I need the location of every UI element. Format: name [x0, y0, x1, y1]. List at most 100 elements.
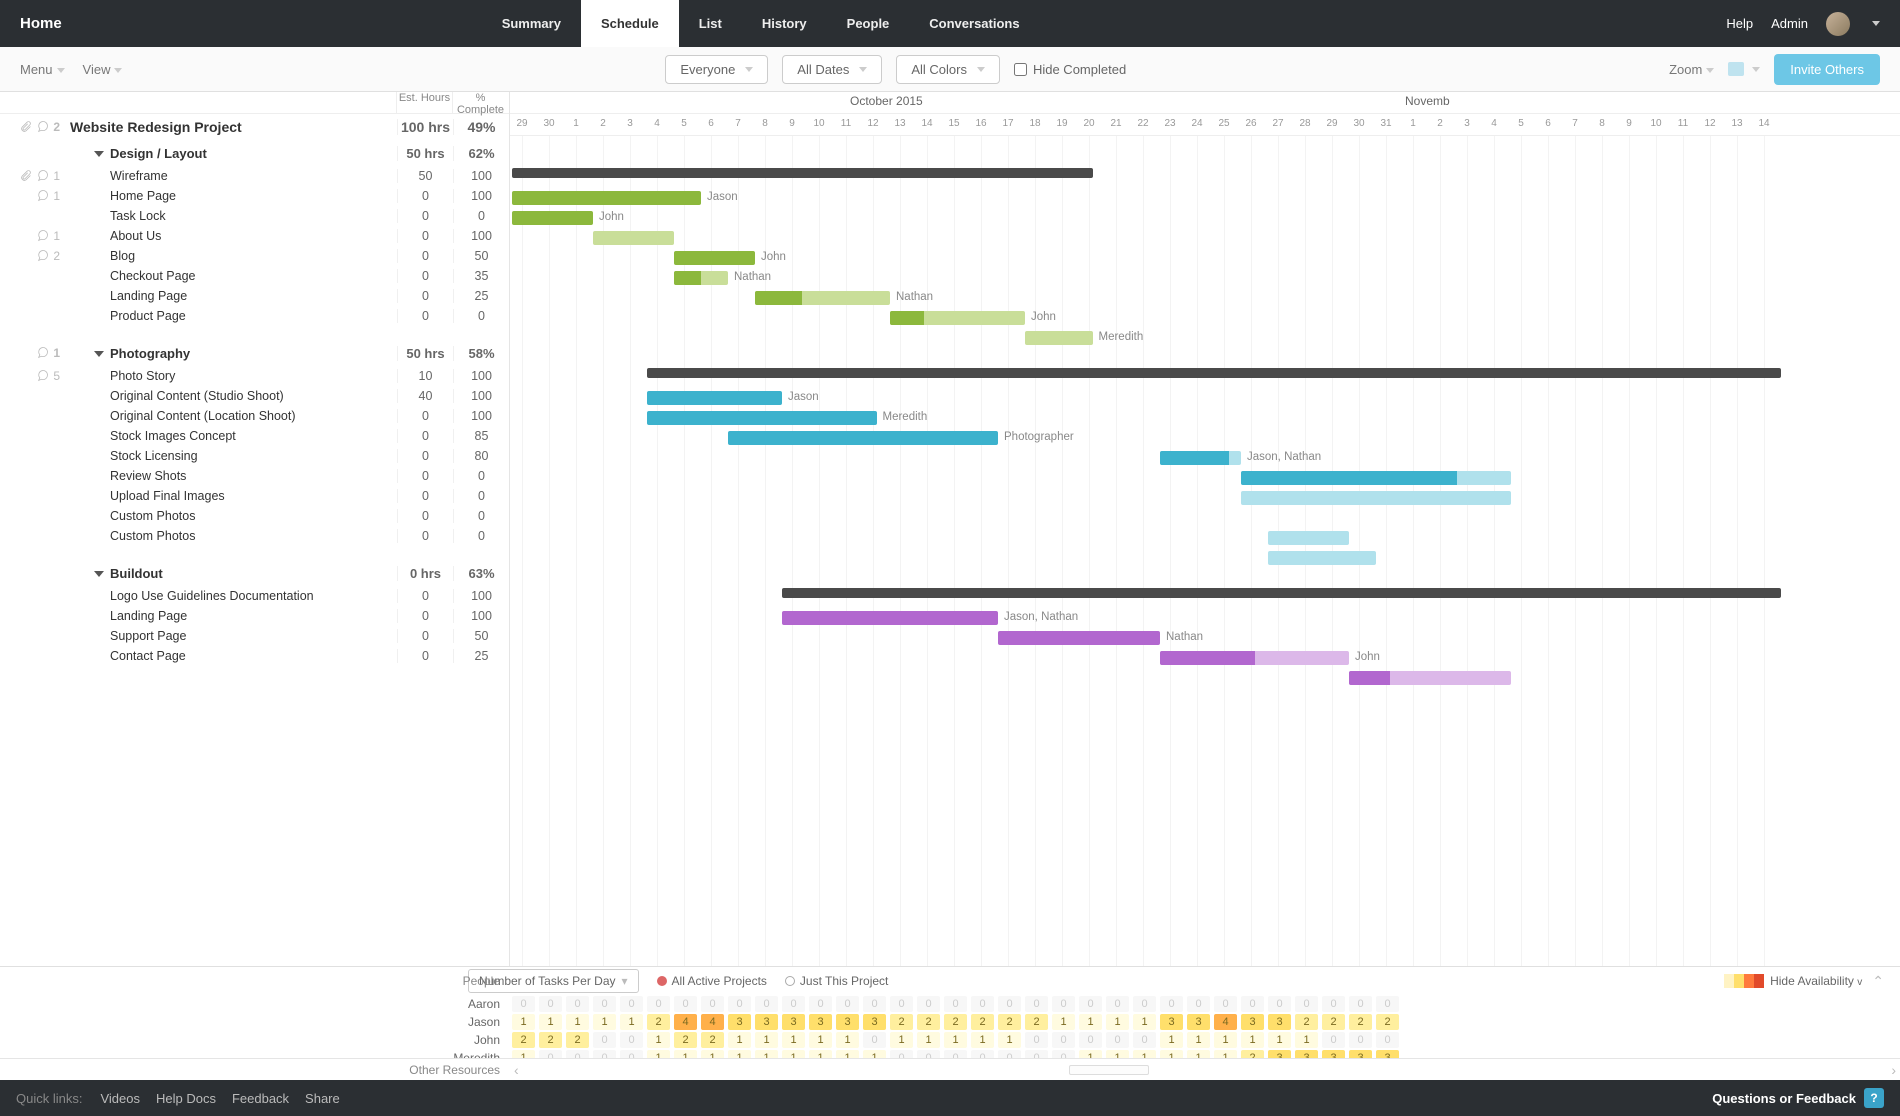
- summary-bar[interactable]: [782, 588, 1781, 598]
- task-bar[interactable]: [1241, 471, 1511, 485]
- workload-cell: 0: [728, 996, 751, 1012]
- task-bar[interactable]: [674, 271, 728, 285]
- column-headers: Est. Hours % Complete: [0, 92, 509, 114]
- task-row[interactable]: 2Blog050: [0, 246, 509, 266]
- task-bar[interactable]: [1268, 551, 1376, 565]
- collapse-icon[interactable]: [94, 151, 104, 157]
- task-row[interactable]: Task Lock00: [0, 206, 509, 226]
- task-bar[interactable]: [728, 431, 998, 445]
- task-row[interactable]: 1About Us0100: [0, 226, 509, 246]
- task-row[interactable]: 5Photo Story10100: [0, 366, 509, 386]
- collapse-icon[interactable]: [94, 351, 104, 357]
- task-row[interactable]: Stock Licensing080: [0, 446, 509, 466]
- questions-feedback-button[interactable]: Questions or Feedback ?: [1712, 1088, 1884, 1108]
- hide-completed-toggle[interactable]: Hide Completed: [1014, 62, 1126, 77]
- task-row[interactable]: Original Content (Studio Shoot)40100: [0, 386, 509, 406]
- footer-link-feedback[interactable]: Feedback: [232, 1091, 289, 1106]
- task-bar[interactable]: [593, 231, 674, 245]
- workload-cell: 3: [755, 1014, 778, 1030]
- pct-complete-cell: 0: [453, 529, 509, 543]
- color-mode-toggle[interactable]: [1728, 62, 1760, 76]
- row-name: Wireframe: [110, 169, 168, 183]
- workload-cell: 0: [944, 996, 967, 1012]
- task-row[interactable]: Support Page050: [0, 626, 509, 646]
- assignee-label: Nathan: [1166, 631, 1203, 643]
- pct-complete-cell: 100: [453, 609, 509, 623]
- comment-count: 1: [53, 169, 60, 183]
- group-row[interactable]: Design / Layout50 hrs62%: [0, 140, 509, 166]
- assignee-label: Nathan: [896, 291, 933, 303]
- admin-link[interactable]: Admin: [1771, 16, 1808, 31]
- task-bar[interactable]: [512, 211, 593, 225]
- task-bar[interactable]: [1349, 671, 1511, 685]
- task-row[interactable]: Custom Photos00: [0, 526, 509, 546]
- task-row[interactable]: Product Page00: [0, 306, 509, 326]
- other-resources-row: Other Resources ‹ ›: [0, 1058, 1900, 1080]
- nav-tab-list[interactable]: List: [679, 0, 742, 47]
- nav-tab-schedule[interactable]: Schedule: [581, 0, 679, 47]
- radio-this-project[interactable]: Just This Project: [785, 974, 888, 988]
- month-label-1: October 2015: [850, 94, 923, 108]
- nav-tab-summary[interactable]: Summary: [482, 0, 581, 47]
- task-bar[interactable]: [998, 631, 1160, 645]
- help-link[interactable]: Help: [1726, 16, 1753, 31]
- task-bar[interactable]: [755, 291, 890, 305]
- hide-availability-toggle[interactable]: Hide Availability v: [1770, 974, 1862, 988]
- nav-tab-history[interactable]: History: [742, 0, 827, 47]
- task-row[interactable]: Landing Page0100: [0, 606, 509, 626]
- task-row[interactable]: Logo Use Guidelines Documentation0100: [0, 586, 509, 606]
- task-bar[interactable]: [647, 411, 877, 425]
- task-row[interactable]: Checkout Page035: [0, 266, 509, 286]
- task-row[interactable]: Custom Photos00: [0, 506, 509, 526]
- collapse-icon[interactable]: [94, 571, 104, 577]
- task-bar[interactable]: [647, 391, 782, 405]
- zoom-dropdown[interactable]: Zoom: [1669, 62, 1714, 77]
- task-row[interactable]: Upload Final Images00: [0, 486, 509, 506]
- task-bar[interactable]: [512, 191, 701, 205]
- summary-bar[interactable]: [512, 168, 1093, 178]
- task-bar[interactable]: [890, 311, 1025, 325]
- filter-colors[interactable]: All Colors: [896, 55, 1000, 84]
- nav-tab-conversations[interactable]: Conversations: [909, 0, 1039, 47]
- task-bar[interactable]: [1241, 491, 1511, 505]
- task-row[interactable]: Original Content (Location Shoot)0100: [0, 406, 509, 426]
- summary-bar[interactable]: [647, 368, 1781, 378]
- task-row[interactable]: 1Wireframe50100: [0, 166, 509, 186]
- scroll-left-icon[interactable]: ‹: [510, 1062, 523, 1078]
- footer-link-help-docs[interactable]: Help Docs: [156, 1091, 216, 1106]
- est-hours-cell: 50 hrs: [397, 146, 453, 161]
- user-menu-caret[interactable]: [1872, 21, 1880, 26]
- task-row[interactable]: Contact Page025: [0, 646, 509, 666]
- home-link[interactable]: Home: [20, 15, 62, 32]
- scroll-right-icon[interactable]: ›: [1887, 1062, 1900, 1078]
- menu-dropdown[interactable]: Menu: [20, 62, 65, 77]
- avatar[interactable]: [1826, 12, 1850, 36]
- assignee-label: Nathan: [734, 271, 771, 283]
- footer-link-share[interactable]: Share: [305, 1091, 340, 1106]
- task-row[interactable]: Landing Page025: [0, 286, 509, 306]
- task-bar[interactable]: [1268, 531, 1349, 545]
- task-bar[interactable]: [674, 251, 755, 265]
- group-row[interactable]: 1Photography50 hrs58%: [0, 340, 509, 366]
- collapse-panel-icon[interactable]: ⌃: [1868, 973, 1888, 990]
- nav-tab-people[interactable]: People: [827, 0, 910, 47]
- horizontal-scrollbar[interactable]: [523, 1065, 1888, 1075]
- pct-complete-cell: 58%: [453, 346, 509, 361]
- task-row[interactable]: Stock Images Concept085: [0, 426, 509, 446]
- task-bar[interactable]: [1160, 451, 1241, 465]
- radio-all-projects[interactable]: All Active Projects: [657, 974, 767, 988]
- task-row[interactable]: Review Shots00: [0, 466, 509, 486]
- filter-dates[interactable]: All Dates: [782, 55, 882, 84]
- task-row[interactable]: 1Home Page0100: [0, 186, 509, 206]
- view-dropdown[interactable]: View: [83, 62, 123, 77]
- group-row[interactable]: Buildout0 hrs63%: [0, 560, 509, 586]
- task-bar[interactable]: [1025, 331, 1093, 345]
- task-bar[interactable]: [782, 611, 998, 625]
- project-row[interactable]: 2Website Redesign Project100 hrs49%: [0, 114, 509, 140]
- people-workload-panel: People Number of Tasks Per Day ▾ All Act…: [0, 966, 1900, 1080]
- footer-link-videos[interactable]: Videos: [100, 1091, 140, 1106]
- row-name: Checkout Page: [110, 269, 195, 283]
- task-bar[interactable]: [1160, 651, 1349, 665]
- invite-button[interactable]: Invite Others: [1774, 54, 1880, 85]
- filter-everyone[interactable]: Everyone: [665, 55, 768, 84]
